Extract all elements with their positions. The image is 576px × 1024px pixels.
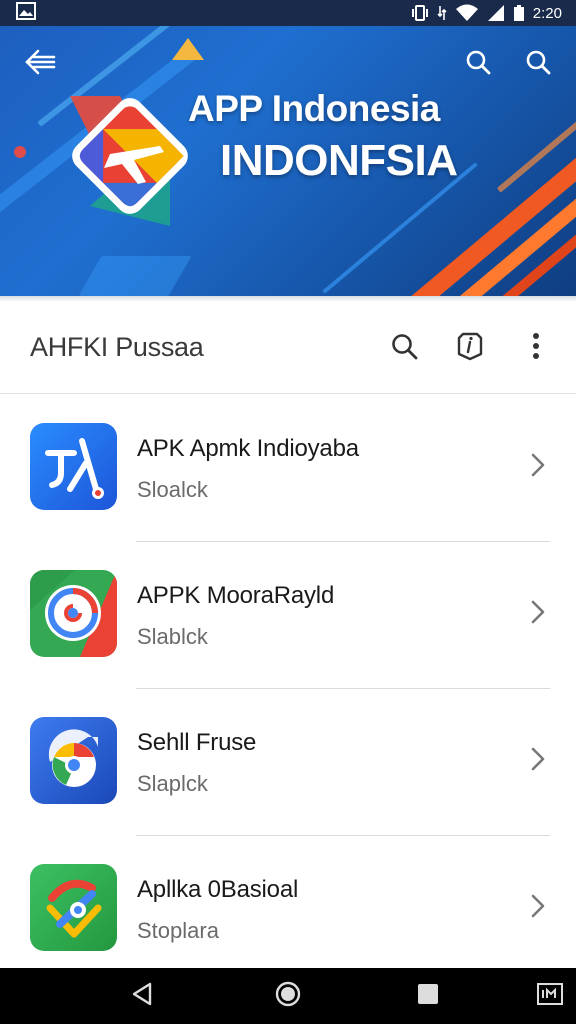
- search-icon: [525, 49, 551, 80]
- search-icon: [465, 49, 491, 80]
- screenshot-icon: [537, 982, 563, 1010]
- app-bar: AHFKI Pussaa: [0, 302, 576, 394]
- nav-recents-button[interactable]: [408, 976, 448, 1016]
- status-bar: 2:20: [0, 0, 576, 26]
- info-tag-icon: [457, 331, 483, 366]
- status-time: 2:20: [532, 4, 562, 22]
- vibrate-icon: [411, 4, 429, 22]
- app-title: APK Apmk Indioyaba: [137, 435, 359, 462]
- more-options-button[interactable]: [514, 326, 558, 370]
- app-subtitle: Slaplck: [137, 771, 208, 796]
- chevron-right-icon: [524, 451, 552, 479]
- recents-square-icon: [417, 983, 439, 1010]
- battery-icon: [513, 4, 525, 22]
- list-item[interactable]: Sehll Fruse Slaplck: [0, 689, 576, 836]
- more-vert-icon: [532, 332, 540, 365]
- app-subtitle: Sloalck: [137, 477, 208, 502]
- decorative-dot: [14, 146, 26, 158]
- list-item[interactable]: APPK MooraRayld Slablck: [0, 542, 576, 689]
- wifi-icon: [455, 4, 479, 22]
- nav-back-button[interactable]: [122, 976, 162, 1016]
- app-icon-chrome-pin: [30, 717, 117, 804]
- app-title: APPK MooraRayld: [137, 582, 335, 609]
- search-button[interactable]: [382, 326, 426, 370]
- list-item[interactable]: APK Apmk Indioyaba Sloalck: [0, 395, 576, 542]
- navigation-bar: [0, 968, 576, 1024]
- decorative-triangle: [172, 38, 204, 60]
- hero-search-button[interactable]: [456, 42, 500, 86]
- search-icon: [390, 332, 418, 365]
- decorative-stripe: [78, 256, 192, 296]
- chevron-right-icon: [524, 892, 552, 920]
- chevron-right-icon: [524, 745, 552, 773]
- app-title: Sehll Fruse: [137, 729, 257, 756]
- app-subtitle: Slablck: [137, 624, 208, 649]
- app-list: APK Apmk Indioyaba Sloalck APPK MooraRay…: [0, 395, 576, 983]
- list-item[interactable]: Apllka 0Basioal Stoplara: [0, 836, 576, 983]
- home-circle-icon: [275, 981, 301, 1012]
- nav-screenshot-button[interactable]: [530, 976, 570, 1016]
- back-button[interactable]: [18, 42, 62, 86]
- app-subtitle: Stoplara: [137, 918, 219, 943]
- info-tag-button[interactable]: [448, 326, 492, 370]
- app-icon-google-swirl: [30, 570, 117, 657]
- app-icon-green-maps: [30, 864, 117, 951]
- image-notification-icon: [16, 1, 36, 25]
- app-logo-icon: [60, 76, 200, 236]
- page-title: AHFKI Pussaa: [30, 332, 204, 362]
- nav-home-button[interactable]: [268, 976, 308, 1016]
- app-icon-blue-runner: [30, 423, 117, 510]
- hero-title-line1: APP Indonesia: [188, 88, 440, 129]
- chevron-right-icon: [524, 598, 552, 626]
- signal-icon: [487, 4, 505, 22]
- hero-title-line2: INDONFSIA: [220, 136, 458, 185]
- hero-search-button-2[interactable]: [516, 42, 560, 86]
- app-title: Apllka 0Basioal: [137, 876, 299, 903]
- hero-banner: APP Indonesia INDONFSIA: [0, 26, 576, 296]
- back-triangle-icon: [131, 982, 153, 1011]
- back-arrow-icon: [24, 48, 56, 81]
- data-transfer-icon: [437, 4, 447, 22]
